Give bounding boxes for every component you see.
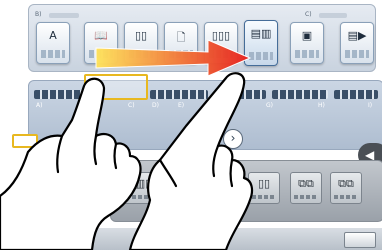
- right-hand-icon: [128, 72, 254, 250]
- swipe-arrow-icon: [95, 39, 252, 77]
- gesture-illustration: [0, 39, 254, 250]
- left-hand-icon: [0, 77, 142, 250]
- control-panel-screen: B) C) A 📖 ▯▯ 🗋 ▯▯▯ ▤▥ ▣ ▤▶ A) C) D) E) G…: [0, 0, 382, 250]
